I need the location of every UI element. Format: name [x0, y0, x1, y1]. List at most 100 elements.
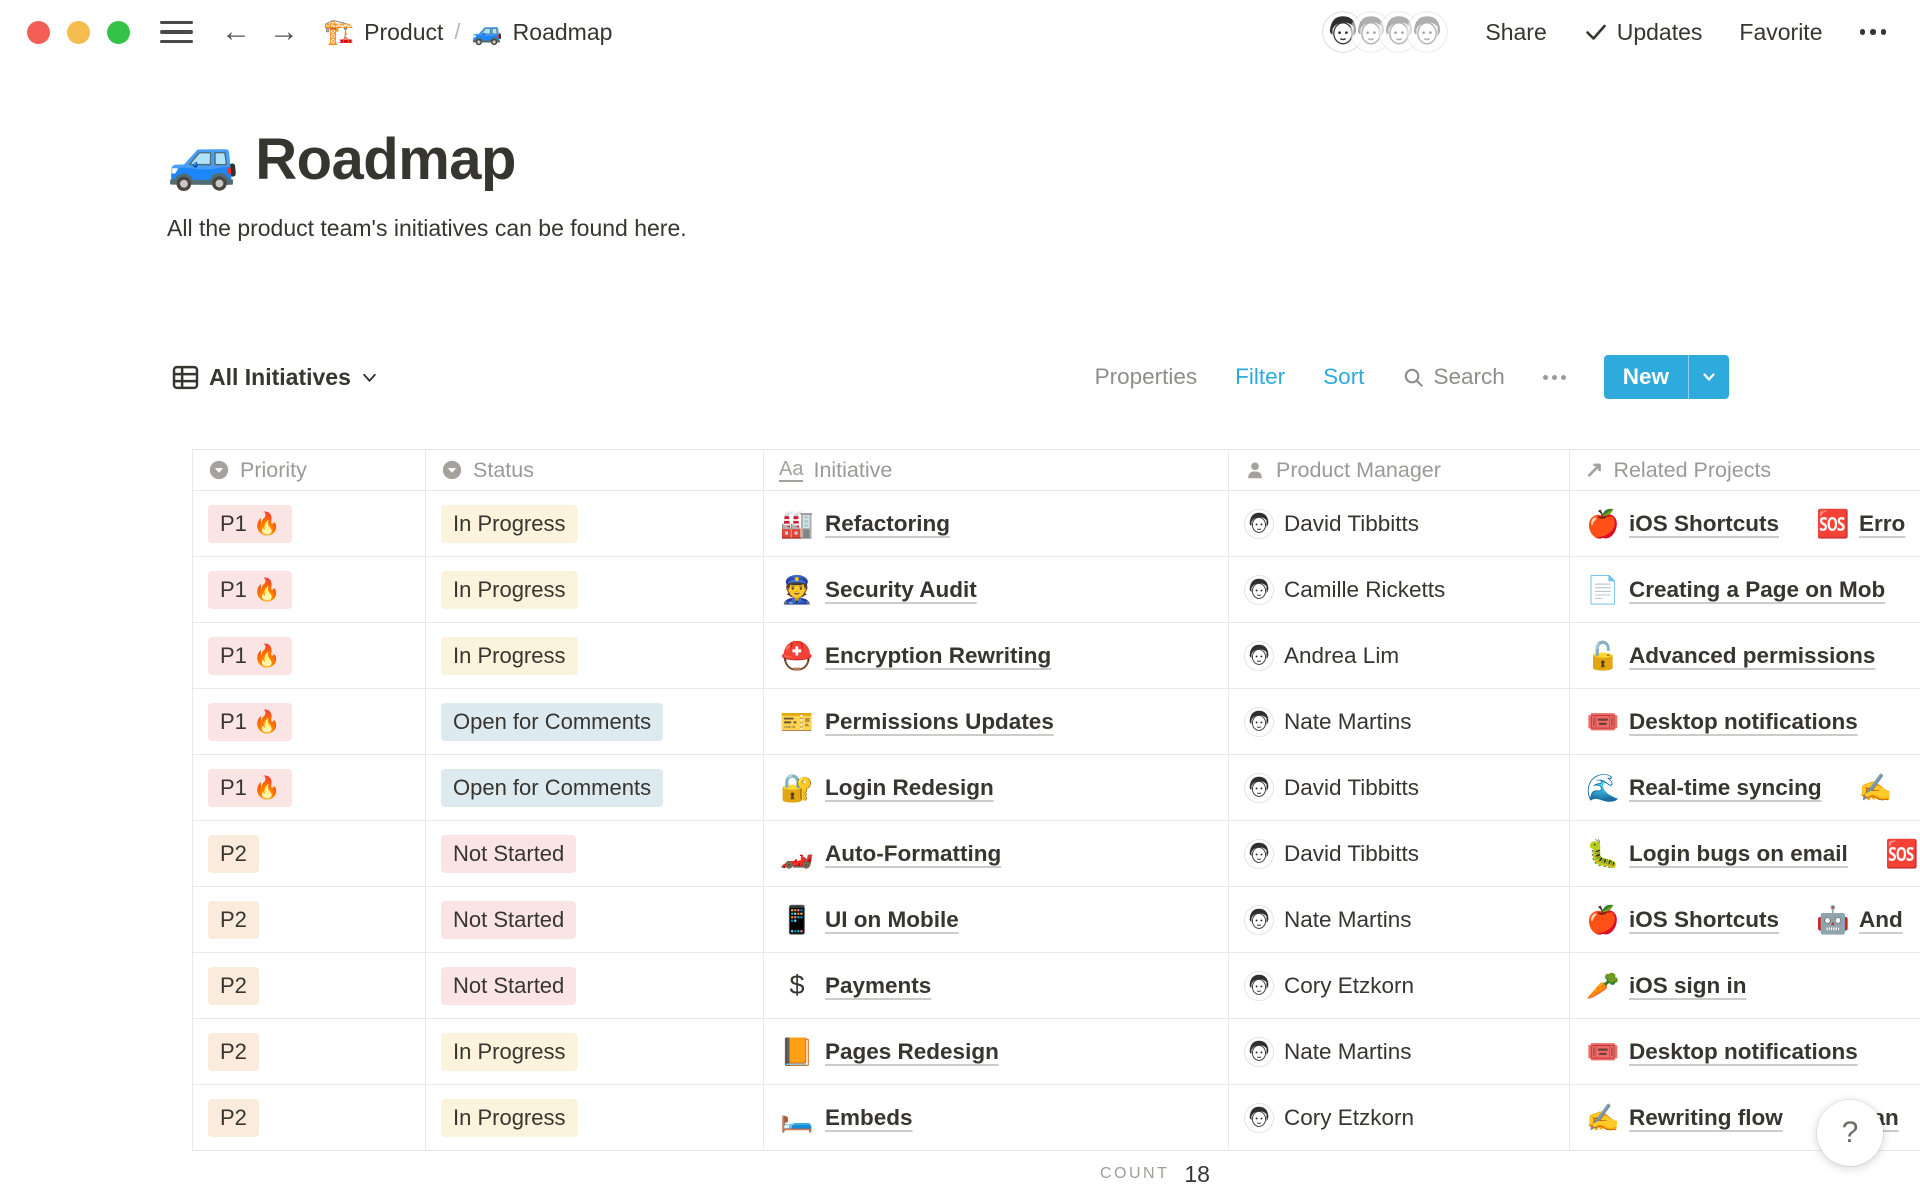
related-projects-cell[interactable]: 🥕iOS sign in [1570, 953, 1920, 1018]
initiative-cell[interactable]: $Payments [764, 953, 1229, 1018]
status-cell[interactable]: Not Started [426, 821, 764, 886]
status-cell[interactable]: In Progress [426, 491, 764, 556]
related-project-link[interactable]: 🆘 [1884, 838, 1920, 870]
status-cell[interactable]: In Progress [426, 1085, 764, 1150]
page-icon-car[interactable]: 🚙 [167, 131, 239, 189]
initiative-cell[interactable]: 🏭Refactoring [764, 491, 1229, 556]
column-header-related-projects[interactable]: ↗ Related Projects [1570, 450, 1920, 490]
priority-cell[interactable]: P1 🔥 [193, 623, 426, 688]
view-switcher[interactable]: All Initiatives [172, 364, 378, 391]
column-header-status[interactable]: Status [426, 450, 764, 490]
priority-tag[interactable]: P2 [208, 835, 259, 873]
priority-cell[interactable]: P1 🔥 [193, 557, 426, 622]
initiative-link[interactable]: Encryption Rewriting [825, 643, 1051, 669]
related-projects-cell[interactable]: 🐛Login bugs on email 🆘 [1570, 821, 1920, 886]
initiative-link[interactable]: Permissions Updates [825, 709, 1054, 735]
initiative-cell[interactable]: 🏎️Auto-Formatting [764, 821, 1229, 886]
new-button-label[interactable]: New [1604, 355, 1688, 399]
product-manager-cell[interactable]: Nate Martins [1229, 689, 1570, 754]
favorite-button[interactable]: Favorite [1739, 19, 1822, 46]
properties-button[interactable]: Properties [1095, 364, 1198, 390]
product-manager-cell[interactable]: Cory Etzkorn [1229, 953, 1570, 1018]
product-manager-cell[interactable]: Nate Martins [1229, 887, 1570, 952]
priority-cell[interactable]: P2 [193, 1085, 426, 1150]
breadcrumb-item-roadmap[interactable]: 🚙 Roadmap [472, 18, 613, 47]
count-label[interactable]: COUNT [1100, 1165, 1169, 1183]
product-manager-cell[interactable]: Camille Ricketts [1229, 557, 1570, 622]
status-tag[interactable]: Open for Comments [441, 703, 663, 741]
related-projects-cell[interactable]: 🌊Real-time syncing ✍️ [1570, 755, 1920, 820]
column-header-initiative[interactable]: Aa Initiative [764, 450, 1229, 490]
product-manager-cell[interactable]: David Tibbitts [1229, 821, 1570, 886]
column-header-product-manager[interactable]: Product Manager [1229, 450, 1570, 490]
priority-tag[interactable]: P1 🔥 [208, 769, 292, 807]
status-tag[interactable]: Not Started [441, 835, 576, 873]
status-cell[interactable]: Open for Comments [426, 755, 764, 820]
status-cell[interactable]: Not Started [426, 953, 764, 1018]
page-title[interactable]: Roadmap [255, 126, 516, 193]
share-button[interactable]: Share [1485, 19, 1546, 46]
related-project-link[interactable]: 🔓Advanced permissions [1585, 640, 1875, 672]
priority-tag[interactable]: P2 [208, 967, 259, 1005]
count-value[interactable]: 18 [1184, 1161, 1210, 1188]
priority-cell[interactable]: P1 🔥 [193, 755, 426, 820]
initiative-link[interactable]: Payments [825, 973, 931, 999]
related-projects-cell[interactable]: 🍎iOS Shortcuts 🆘Erro [1570, 491, 1920, 556]
initiative-cell[interactable]: 🛏️Embeds [764, 1085, 1229, 1150]
status-tag[interactable]: In Progress [441, 1099, 578, 1137]
related-project-link[interactable]: ✍️Rewriting flow [1585, 1102, 1783, 1134]
related-project-link[interactable]: 🌊Real-time syncing [1585, 772, 1822, 804]
related-projects-cell[interactable]: 🍎iOS Shortcuts🤖And [1570, 887, 1920, 952]
related-project-link[interactable]: 🎟️Desktop notifications [1585, 1036, 1858, 1068]
more-options-icon[interactable] [1860, 29, 1887, 35]
priority-tag[interactable]: P1 🔥 [208, 505, 292, 543]
priority-tag[interactable]: P1 🔥 [208, 571, 292, 609]
priority-cell[interactable]: P2 [193, 1019, 426, 1084]
status-tag[interactable]: In Progress [441, 571, 578, 609]
priority-cell[interactable]: P1 🔥 [193, 689, 426, 754]
related-projects-cell[interactable]: 🎟️Desktop notifications [1570, 1019, 1920, 1084]
minimize-window-button[interactable] [67, 21, 90, 44]
zoom-window-button[interactable] [107, 21, 130, 44]
priority-tag[interactable]: P2 [208, 901, 259, 939]
priority-tag[interactable]: P2 [208, 1099, 259, 1137]
initiative-link[interactable]: Pages Redesign [825, 1039, 999, 1065]
priority-cell[interactable]: P2 [193, 821, 426, 886]
priority-tag[interactable]: P1 🔥 [208, 703, 292, 741]
initiative-cell[interactable]: 📱UI on Mobile [764, 887, 1229, 952]
product-manager-cell[interactable]: Nate Martins [1229, 1019, 1570, 1084]
related-projects-cell[interactable]: 📄Creating a Page on Mob [1570, 557, 1920, 622]
product-manager-cell[interactable]: Andrea Lim [1229, 623, 1570, 688]
status-cell[interactable]: In Progress [426, 623, 764, 688]
status-cell[interactable]: In Progress [426, 557, 764, 622]
status-tag[interactable]: Not Started [441, 967, 576, 1005]
priority-tag[interactable]: P2 [208, 1033, 259, 1071]
priority-cell[interactable]: P1 🔥 [193, 491, 426, 556]
related-project-link[interactable]: 🍎iOS Shortcuts [1585, 508, 1779, 540]
collaborator-avatars[interactable] [1322, 11, 1448, 53]
related-project-link[interactable]: 🤖And [1815, 904, 1903, 936]
related-project-link[interactable]: ✍️ [1858, 772, 1894, 804]
back-arrow-icon[interactable]: ← [221, 17, 251, 47]
related-project-link[interactable]: 🆘Erro [1815, 508, 1905, 540]
updates-button[interactable]: Updates [1584, 19, 1703, 46]
initiative-link[interactable]: Embeds [825, 1105, 913, 1131]
status-cell[interactable]: Not Started [426, 887, 764, 952]
product-manager-cell[interactable]: David Tibbitts [1229, 755, 1570, 820]
priority-tag[interactable]: P1 🔥 [208, 637, 292, 675]
sort-button[interactable]: Sort [1323, 364, 1364, 390]
related-project-link[interactable]: 📄Creating a Page on Mob [1585, 574, 1885, 606]
related-projects-cell[interactable]: 🔓Advanced permissions [1570, 623, 1920, 688]
initiative-cell[interactable]: 🔐Login Redesign [764, 755, 1229, 820]
filter-button[interactable]: Filter [1235, 364, 1285, 390]
search-button[interactable]: Search [1402, 364, 1504, 390]
help-button[interactable]: ? [1817, 1100, 1883, 1166]
breadcrumb-item-product[interactable]: 🏗️ Product [323, 18, 443, 47]
product-manager-cell[interactable]: David Tibbitts [1229, 491, 1570, 556]
priority-cell[interactable]: P2 [193, 887, 426, 952]
related-project-link[interactable]: 🥕iOS sign in [1585, 970, 1747, 1002]
close-window-button[interactable] [27, 21, 50, 44]
related-project-link[interactable]: 🐛Login bugs on email [1585, 838, 1848, 870]
initiative-link[interactable]: Security Audit [825, 577, 977, 603]
forward-arrow-icon[interactable]: → [269, 17, 299, 47]
